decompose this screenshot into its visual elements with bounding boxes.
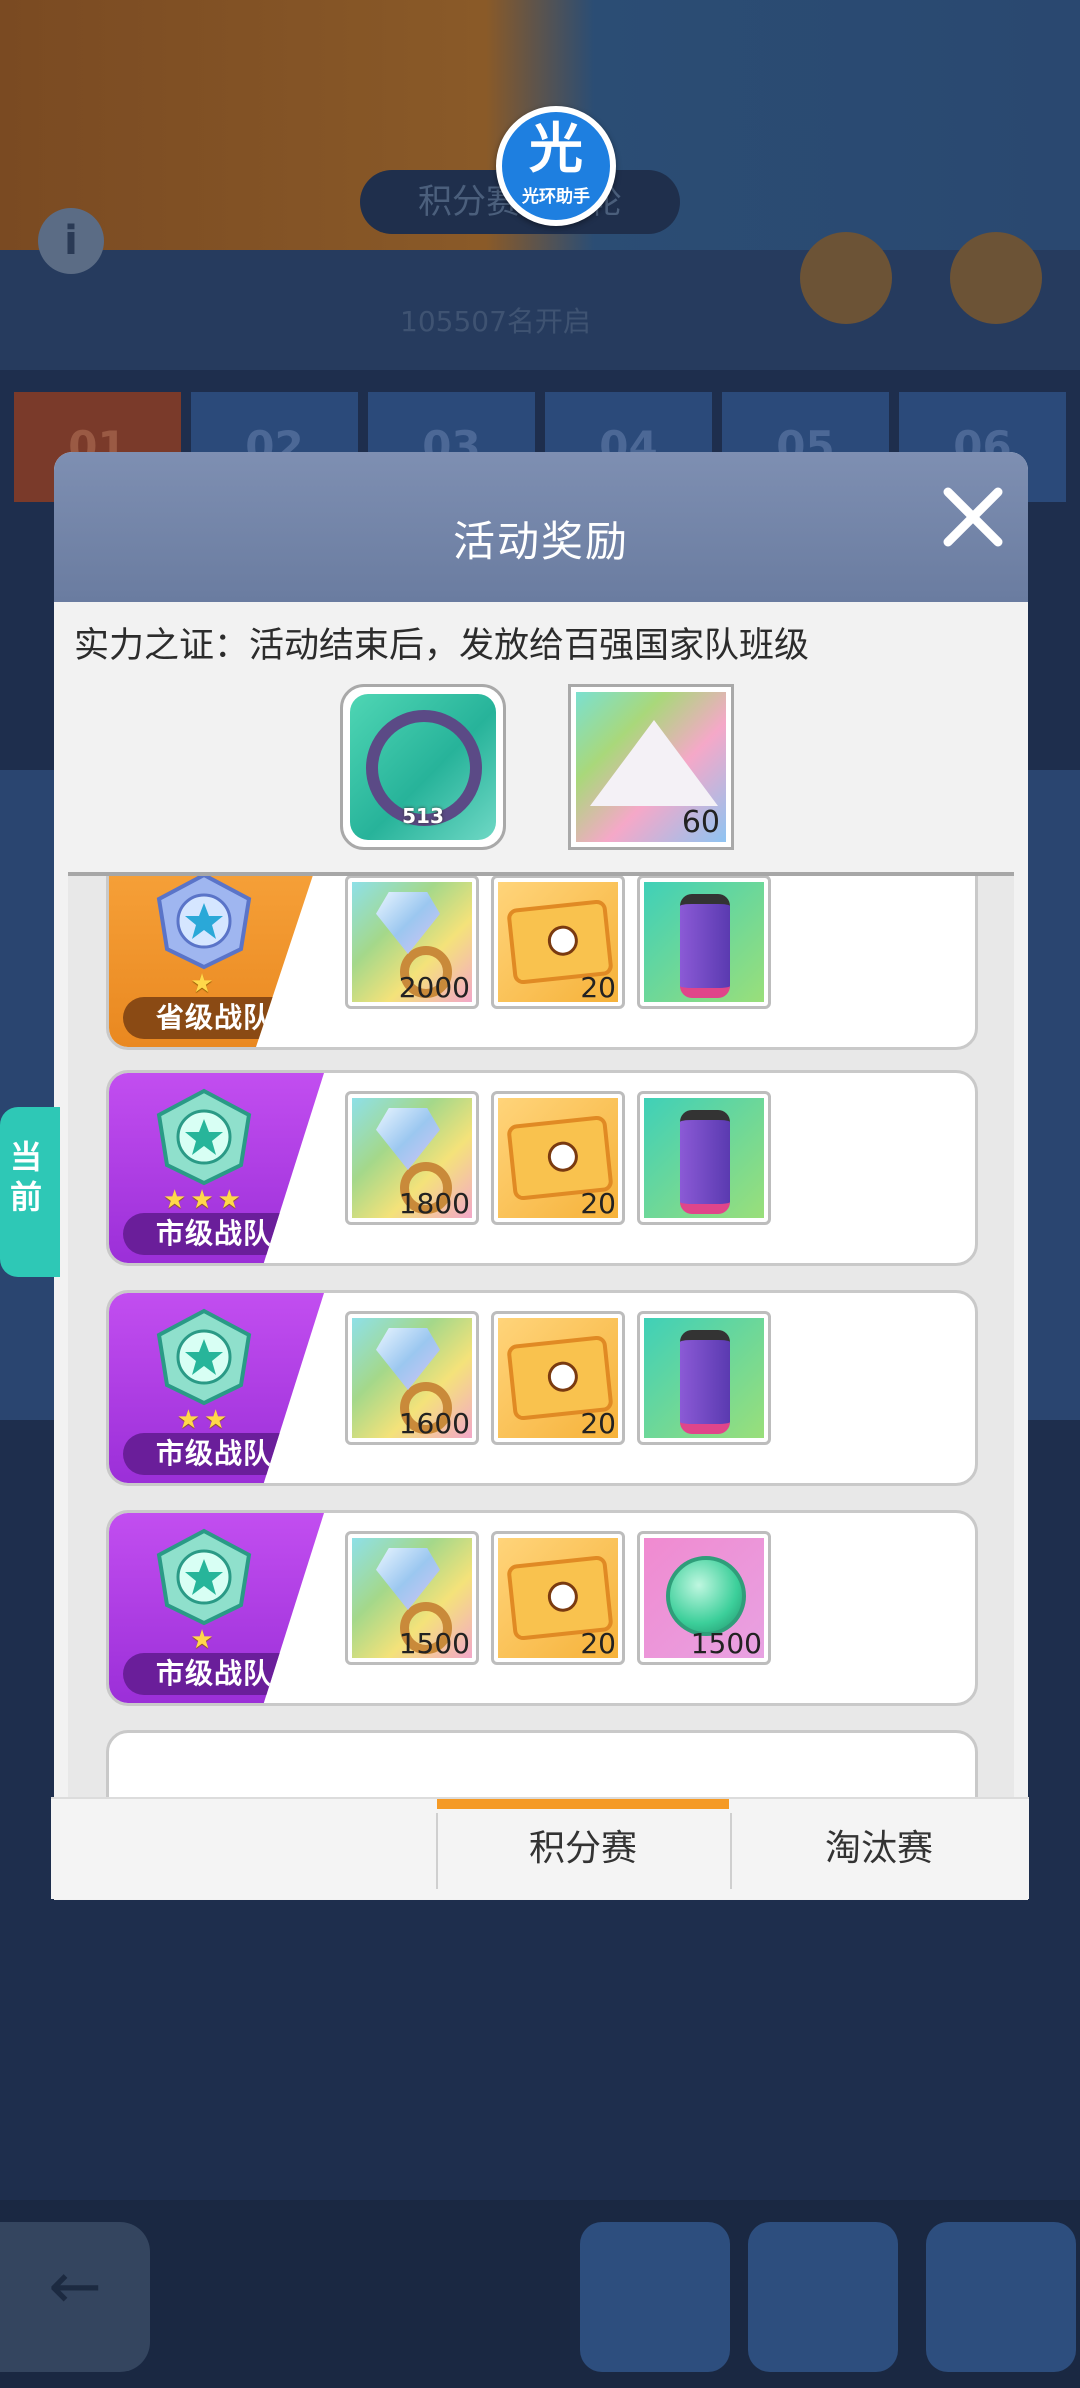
tier-stars: ★ [190, 969, 218, 999]
item-count: 1800 [398, 1187, 470, 1220]
tier-badge: ★ 省级战队 [109, 876, 319, 1047]
item-count: 20 [580, 1627, 616, 1660]
tier-items: 1800 20 [345, 1091, 771, 1225]
gene-capsule-item[interactable] [637, 876, 771, 1009]
tier-row: ★ 市级战队 1500 20 1500 [106, 1510, 978, 1706]
modal-header: 活动奖励 [54, 452, 1028, 602]
tier-row: ★★★ 市级战队 1800 20 [106, 1070, 978, 1266]
tab-knockout-match[interactable]: 淘汰赛 [731, 1799, 1027, 1899]
ticket-item[interactable]: 20 [491, 1531, 625, 1665]
gene-capsule-item[interactable] [637, 1091, 771, 1225]
logo-glyph: 光 [529, 117, 583, 180]
item-count: 1600 [398, 1407, 470, 1440]
shield-button[interactable] [580, 2222, 730, 2372]
app-logo: 光 光环助手 [496, 106, 616, 226]
item-count: 1500 [690, 1627, 762, 1660]
frame-badge: 513 [402, 804, 444, 828]
gene-capsule-icon [644, 1318, 764, 1438]
tier-badge: ★★★ 市级战队 [109, 1073, 324, 1263]
item-count: 20 [580, 1187, 616, 1220]
tier-row: ★★ 市级战队 1600 20 [106, 1290, 978, 1486]
item-count: 1500 [398, 1627, 470, 1660]
gene-capsule-item[interactable] [637, 1311, 771, 1445]
tier-items: 1600 20 [345, 1311, 771, 1445]
crystal-powder-reward[interactable]: 60 [568, 684, 734, 850]
logo-text: 光环助手 [522, 187, 590, 207]
ranking-icon[interactable] [800, 232, 892, 324]
tier-stars: ★★ [176, 1405, 232, 1435]
tier-stars: ★ [190, 1625, 218, 1655]
gem-ring-item[interactable]: 1500 [345, 1531, 479, 1665]
card-button[interactable] [748, 2222, 898, 2372]
tier-items: 1500 20 1500 [345, 1531, 771, 1665]
current-tier-marker: 当前 [0, 1107, 60, 1277]
tier-row [106, 1730, 978, 1806]
reward-intro: 实力之证：活动结束后，发放给百强国家队班级 [74, 626, 810, 666]
modal-footer: 积分赛 淘汰赛 [51, 1797, 1029, 1899]
gene-capsule-icon [644, 1098, 764, 1218]
chest-button[interactable] [926, 2222, 1076, 2372]
tier-label: 市级战队 [123, 1213, 305, 1255]
back-arrow-icon[interactable]: ← [0, 2222, 150, 2372]
current-label: 当前 [9, 1138, 42, 1216]
crystal-powder-icon: 60 [576, 692, 726, 842]
item-count: 20 [580, 971, 616, 1004]
rewards-modal: 活动奖励 实力之证：活动结束后，发放给百强国家队班级 513 60 ★ 省级战队… [54, 452, 1028, 1900]
tier-label: 市级战队 [123, 1653, 305, 1695]
item-count: 2000 [398, 971, 470, 1004]
avatar-frame-reward[interactable]: 513 [340, 684, 506, 850]
tier-badge: ★ 市级战队 [109, 1513, 324, 1703]
item-count: 20 [580, 1407, 616, 1440]
gem-ring-item[interactable]: 1600 [345, 1311, 479, 1445]
bg-subtitle: 105507名开启 [400, 305, 591, 338]
active-tab-indicator [437, 1799, 729, 1809]
gem-ring-item[interactable]: 1800 [345, 1091, 479, 1225]
medal-icon [156, 1308, 252, 1406]
avatar-frame-icon: 513 [350, 694, 496, 840]
item-count: 60 [681, 805, 720, 840]
tier-label: 省级战队 [123, 997, 305, 1039]
reward-icon[interactable] [950, 232, 1042, 324]
bg-side-panel [1028, 770, 1080, 1420]
tier-row: ★ 省级战队 2000 20 [106, 876, 978, 1050]
modal-title: 活动奖励 [452, 517, 629, 566]
ticket-item[interactable]: 20 [491, 876, 625, 1009]
top-rewards: 513 60 [340, 684, 734, 850]
energy-orb-item[interactable]: 1500 [637, 1531, 771, 1665]
tier-badge: ★★ 市级战队 [109, 1293, 324, 1483]
gene-capsule-icon [644, 882, 764, 1002]
bg-side-panel [0, 770, 54, 1420]
close-icon[interactable] [938, 482, 1008, 552]
tier-items: 2000 20 [345, 876, 771, 1009]
info-icon[interactable]: i [38, 208, 104, 274]
tab-label: 淘汰赛 [824, 1828, 933, 1869]
tab-points-match[interactable]: 积分赛 [437, 1799, 729, 1899]
tab-label: 积分赛 [528, 1828, 637, 1869]
tier-stars: ★★★ [163, 1185, 245, 1215]
medal-icon [156, 876, 252, 970]
tier-list[interactable]: ★ 省级战队 2000 20 ★★★ 市级战队 1800 20 ★★ 市级战队 … [68, 876, 1014, 1806]
ticket-item[interactable]: 20 [491, 1091, 625, 1225]
medal-icon [156, 1528, 252, 1626]
ticket-item[interactable]: 20 [491, 1311, 625, 1445]
bg-bottom-bar [0, 2200, 1080, 2388]
medal-icon [156, 1088, 252, 1186]
gem-ring-item[interactable]: 2000 [345, 876, 479, 1009]
tier-label: 市级战队 [123, 1433, 305, 1475]
